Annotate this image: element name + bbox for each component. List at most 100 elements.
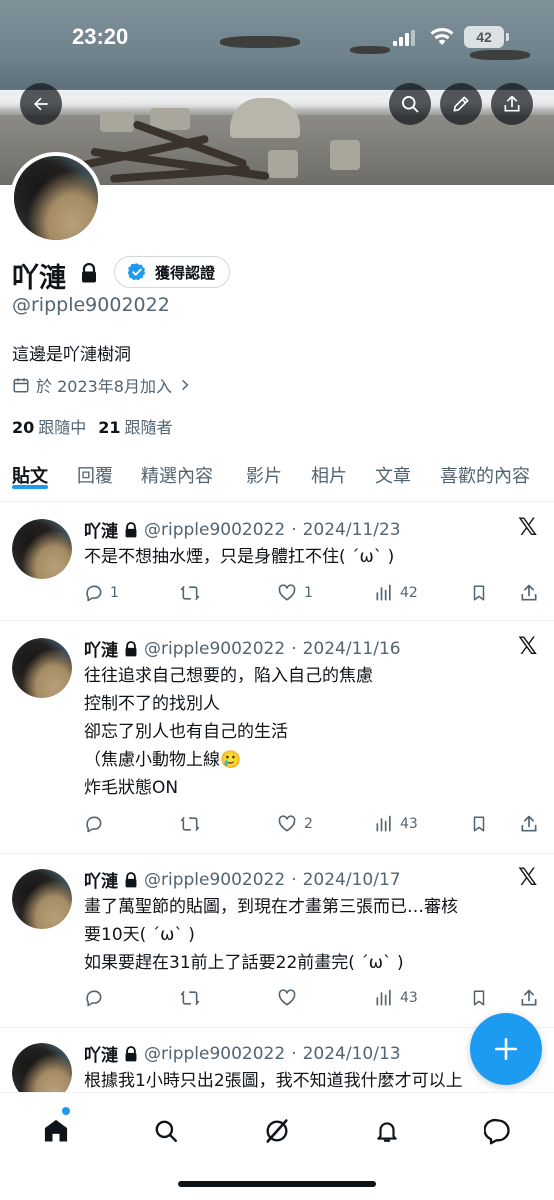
share-button[interactable] xyxy=(491,83,533,125)
tab-articles[interactable]: 文章 xyxy=(375,452,411,488)
share-icon xyxy=(521,989,537,1006)
tab-likes[interactable]: 喜歡的內容 xyxy=(440,452,530,488)
search-button[interactable] xyxy=(389,83,431,125)
share-icon xyxy=(504,95,520,112)
nav-home[interactable] xyxy=(36,1111,76,1151)
calendar-icon xyxy=(13,378,29,393)
communities-icon xyxy=(266,1119,288,1143)
profile-avatar[interactable] xyxy=(10,152,102,244)
tweet-text: 根據我1小時只出2張圖，我不知道我什麼才可以上 xyxy=(84,1071,463,1091)
tweet-avatar[interactable] xyxy=(12,869,72,929)
edit-button[interactable] xyxy=(440,83,482,125)
followers-link[interactable]: 21 跟隨者 xyxy=(98,414,172,438)
tweet[interactable]: 吖漣 @ripple9002022 · 2024/11/23 𝕏 不是不想抽水煙，只… xyxy=(0,503,554,621)
lock-icon xyxy=(82,263,96,283)
tweet-handle: @ripple9002022 xyxy=(144,638,286,659)
home-indicator xyxy=(178,1181,376,1187)
follow-stats: 20 跟隨中 21 跟隨者 xyxy=(12,414,173,438)
tweet-author-name: 吖漣 xyxy=(84,1046,118,1066)
reply-icon xyxy=(86,585,102,602)
joined-date[interactable]: 於 2023年8月加入 xyxy=(12,373,192,397)
tweet-handle: @ripple9002022 xyxy=(144,519,286,540)
tab-photos[interactable]: 相片 xyxy=(311,452,347,488)
bookmark-icon xyxy=(473,990,485,1006)
status-time: 23:20 xyxy=(72,24,129,49)
views-button[interactable]: 43 xyxy=(374,988,418,1008)
retweet-icon xyxy=(180,585,200,601)
bookmark-button[interactable] xyxy=(470,814,488,834)
chevron-right-icon xyxy=(182,379,189,391)
retweet-button[interactable] xyxy=(179,988,201,1008)
like-button[interactable]: 2 xyxy=(276,814,313,834)
lock-icon xyxy=(125,521,137,537)
tweet-date: 2024/10/17 xyxy=(302,869,401,890)
tweet-avatar[interactable] xyxy=(12,638,72,698)
share-tweet-button[interactable] xyxy=(519,583,539,603)
share-tweet-button[interactable] xyxy=(519,988,539,1008)
compose-button[interactable] xyxy=(470,1013,542,1085)
tweet-author-name: 吖漣 xyxy=(84,522,118,542)
bookmark-button[interactable] xyxy=(470,583,488,603)
tab-replies[interactable]: 回覆 xyxy=(77,452,113,488)
retweet-button[interactable] xyxy=(179,814,201,834)
tweet-handle: @ripple9002022 xyxy=(144,869,286,890)
like-button[interactable] xyxy=(276,988,304,1008)
nav-notifications[interactable] xyxy=(367,1111,407,1151)
bookmark-button[interactable] xyxy=(470,988,488,1008)
nav-messages[interactable] xyxy=(478,1111,518,1151)
tweet-handle: @ripple9002022 xyxy=(144,1043,286,1064)
tweet-text: 往往追求自己想要的，陷入自己的焦慮 控制不了的找別人 卻忘了別人也有自己的生活 … xyxy=(84,666,373,798)
profile-tabs: 貼文 回覆 精選內容 影片 相片 文章 喜歡的內容 xyxy=(0,452,554,502)
joined-label: 於 2023年8月加入 xyxy=(36,377,172,396)
bookmark-icon xyxy=(473,585,485,601)
reply-button[interactable]: 1 xyxy=(84,583,119,603)
get-verified-button[interactable]: 獲得認證 xyxy=(114,256,231,288)
cellular-signal-icon xyxy=(393,30,415,46)
retweet-button[interactable] xyxy=(179,583,201,603)
views-icon xyxy=(376,584,391,601)
share-icon xyxy=(521,584,537,601)
x-logo-icon: 𝕏 xyxy=(518,513,538,541)
reply-button[interactable] xyxy=(84,988,110,1008)
tweet[interactable]: 吖漣 @ripple9002022 · 2024/10/17 𝕏 畫了萬聖節的貼圖，… xyxy=(0,855,554,1028)
tweet-date: 2024/11/23 xyxy=(302,519,401,540)
following-link[interactable]: 20 跟隨中 xyxy=(12,414,86,438)
heart-icon xyxy=(278,584,296,601)
reply-icon xyxy=(86,816,102,833)
tweet-avatar[interactable] xyxy=(12,1043,72,1092)
tweet-avatar[interactable] xyxy=(12,519,72,579)
tweet-actions: 2 43 xyxy=(84,814,544,838)
like-button[interactable]: 1 xyxy=(276,583,313,603)
retweet-icon xyxy=(180,816,200,832)
tweet[interactable]: 吖漣 @ripple9002022 · 2024/11/16 𝕏 往往追求自己想要的… xyxy=(0,622,554,854)
tab-highlights[interactable]: 精選內容 xyxy=(141,452,213,488)
like-count: 2 xyxy=(304,816,313,832)
profile-bio: 這邊是吖漣樹洞 xyxy=(12,345,131,365)
reply-button[interactable] xyxy=(84,814,110,834)
like-count: 1 xyxy=(304,585,313,601)
nav-grok[interactable] xyxy=(257,1111,297,1151)
followers-count: 21 xyxy=(98,418,121,437)
back-button[interactable] xyxy=(20,83,62,125)
bell-icon xyxy=(377,1122,397,1142)
pencil-icon xyxy=(453,96,469,112)
messages-icon xyxy=(484,1118,510,1145)
profile-handle: @ripple9002022 xyxy=(12,294,170,316)
lock-icon xyxy=(125,640,137,656)
nav-search[interactable] xyxy=(146,1111,186,1151)
views-button[interactable]: 43 xyxy=(374,814,418,834)
views-button[interactable]: 42 xyxy=(374,583,418,603)
battery-indicator: 42 xyxy=(464,26,509,48)
share-tweet-button[interactable] xyxy=(519,814,539,834)
followers-label: 跟隨者 xyxy=(124,418,173,437)
wifi-icon xyxy=(430,28,454,45)
lock-icon xyxy=(125,1045,137,1061)
verified-badge-icon xyxy=(127,263,146,281)
view-count: 42 xyxy=(400,585,418,601)
tab-posts[interactable]: 貼文 xyxy=(12,452,48,489)
heart-icon xyxy=(278,815,296,832)
tweet-text: 畫了萬聖節的貼圖，到現在才畫第三張而已…審核 要10天( ´ω` ) 如果要趕在… xyxy=(84,897,458,973)
tab-videos[interactable]: 影片 xyxy=(246,452,282,488)
home-icon xyxy=(44,1119,68,1142)
profile-name: 吖漣 xyxy=(12,263,66,294)
